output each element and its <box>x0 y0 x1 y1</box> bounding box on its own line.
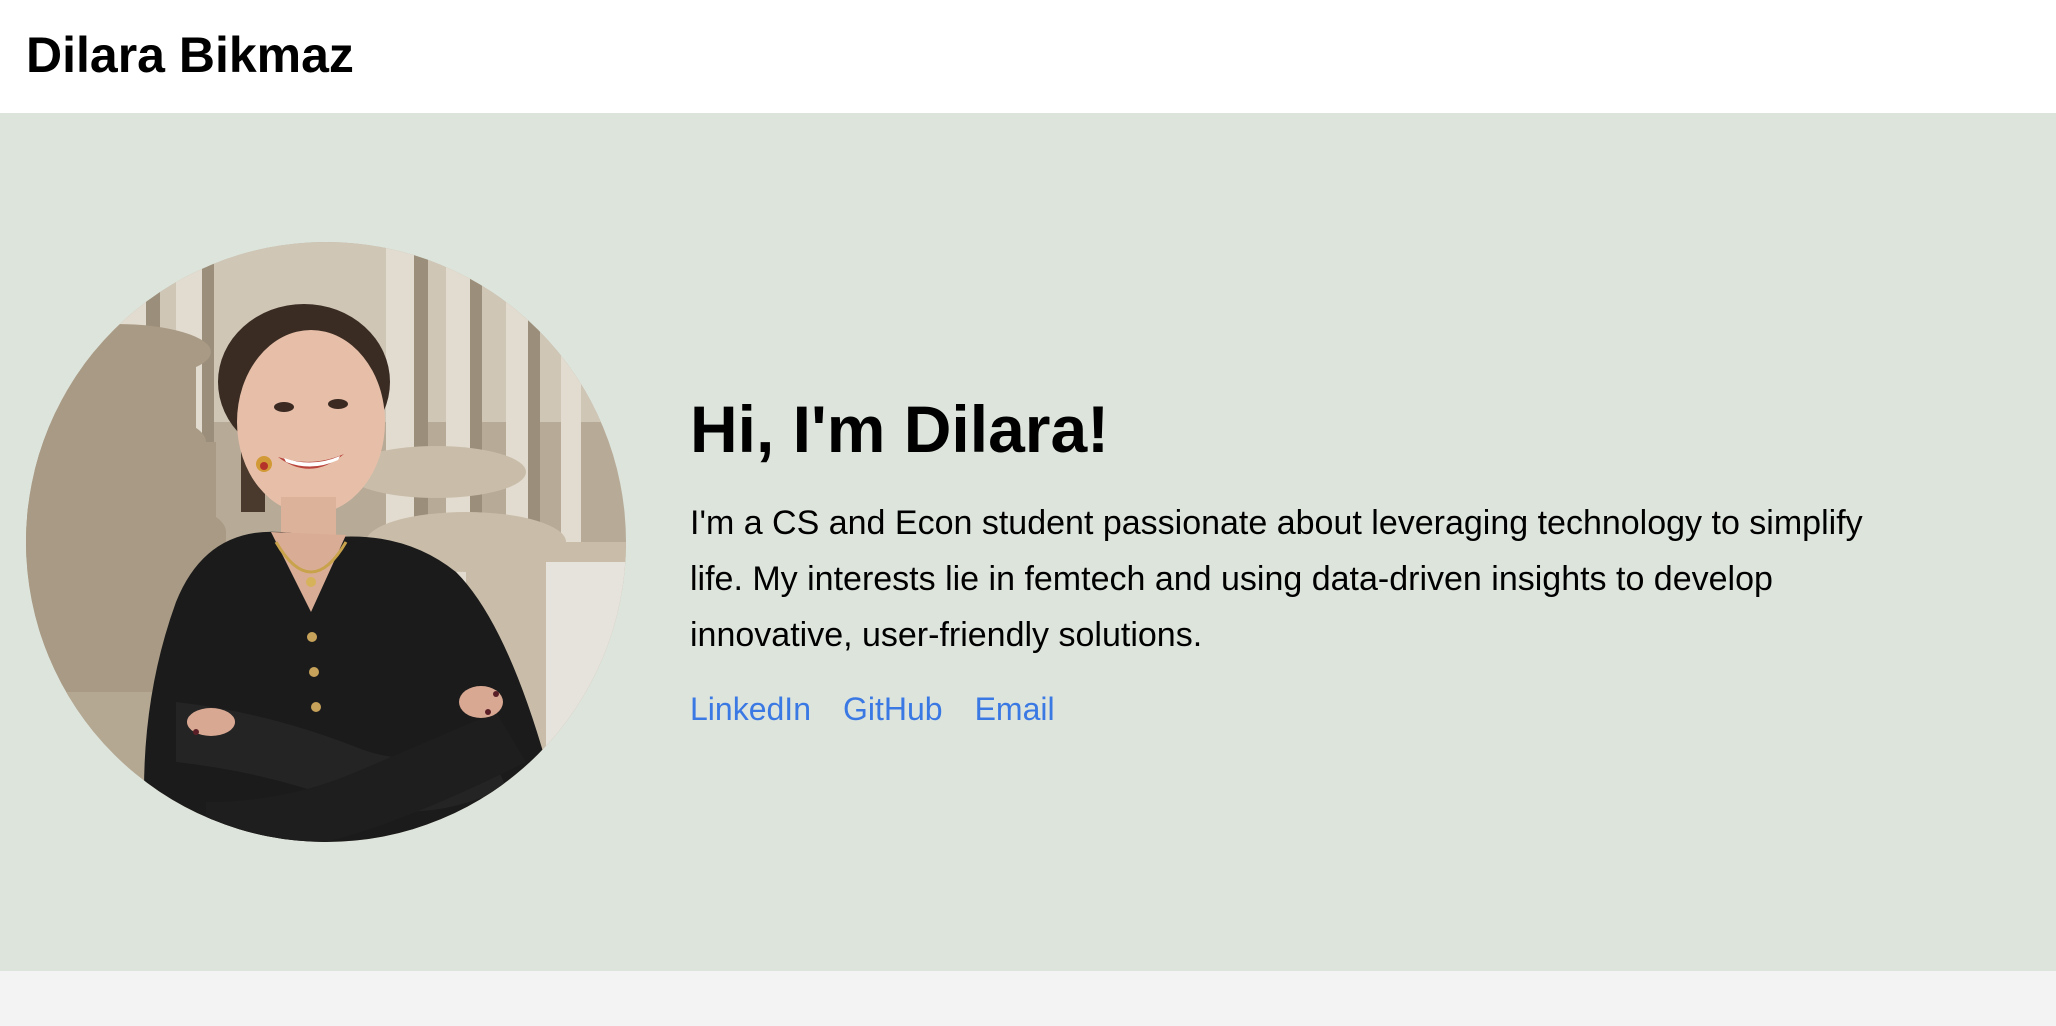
profile-photo <box>26 242 626 842</box>
site-title[interactable]: Dilara Bikmaz <box>26 26 354 84</box>
hero-heading: Hi, I'm Dilara! <box>690 392 1110 466</box>
profile-photo-illustration <box>26 242 626 842</box>
hero-section: Hi, I'm Dilara! I'm a CS and Econ studen… <box>0 113 2056 971</box>
intro-block: Hi, I'm Dilara! I'm a CS and Econ studen… <box>690 391 1930 729</box>
hero-bio: I'm a CS and Econ student passionate abo… <box>690 504 1863 654</box>
email-link[interactable]: Email <box>975 689 1055 729</box>
linkedin-link[interactable]: LinkedIn <box>690 689 811 729</box>
social-links: LinkedIn GitHub Email <box>690 689 1930 729</box>
page-footer-strip <box>0 971 2056 1026</box>
github-link[interactable]: GitHub <box>843 689 943 729</box>
site-header: Dilara Bikmaz <box>0 0 2056 113</box>
